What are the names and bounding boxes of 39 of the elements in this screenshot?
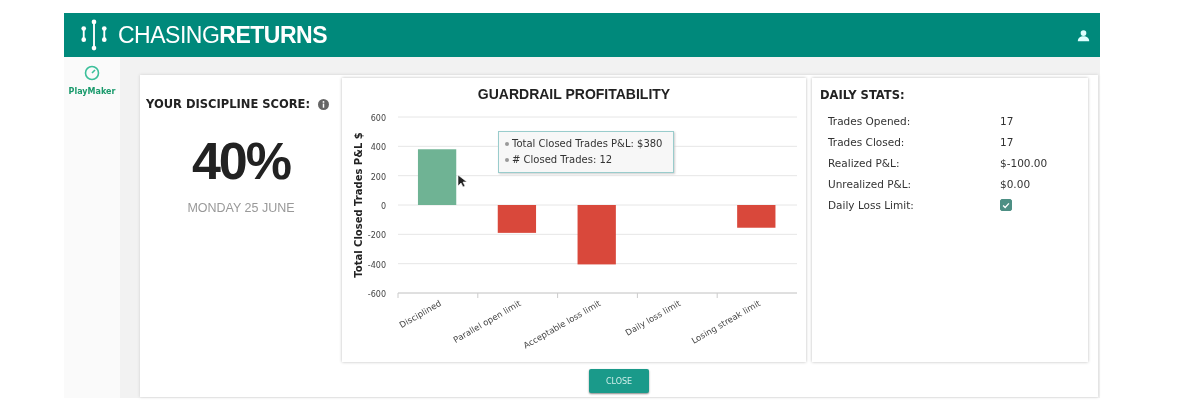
user-icon[interactable] bbox=[1077, 28, 1090, 42]
sidebar-item[interactable]: PlayMaker bbox=[64, 65, 120, 96]
pointer-icon bbox=[457, 174, 468, 188]
gauge-icon bbox=[84, 65, 100, 81]
bar[interactable] bbox=[497, 205, 537, 233]
close-button[interactable]: CLOSE bbox=[589, 369, 649, 393]
stat-value: 17 bbox=[1000, 114, 1014, 127]
checkbox[interactable] bbox=[1000, 198, 1012, 211]
logo-icon bbox=[80, 19, 108, 51]
axis-tick-label: -200 bbox=[367, 231, 386, 241]
stat-label: Trades Opened: bbox=[828, 114, 912, 127]
stat-label: Unrealized P&L: bbox=[828, 177, 913, 190]
bar[interactable] bbox=[577, 205, 616, 265]
stat-label: Daily Loss Limit: bbox=[828, 198, 915, 211]
brand-name: CHASINGRETURNS bbox=[118, 21, 327, 49]
chart-title: GUARDRAIL PROFITABILITY bbox=[476, 85, 672, 104]
bar[interactable] bbox=[417, 149, 457, 205]
bar[interactable] bbox=[737, 205, 776, 228]
bullet-icon bbox=[505, 142, 509, 146]
score-value: 40% bbox=[190, 131, 292, 191]
stat-value: $0.00 bbox=[1000, 177, 1031, 190]
axis-tick-label: -600 bbox=[367, 290, 386, 299]
axis-tick-label: 600 bbox=[370, 114, 386, 123]
stat-label: Trades Closed: bbox=[828, 135, 906, 148]
tooltip-line: # Closed Trades: 12 bbox=[512, 153, 613, 167]
score-date: MONDAY 25 JUNE bbox=[186, 201, 296, 215]
bullet-icon bbox=[505, 158, 509, 162]
axis-tick-label: -400 bbox=[367, 260, 386, 270]
info-icon[interactable] bbox=[318, 98, 330, 110]
axis-tick-label: 0 bbox=[380, 202, 386, 211]
axis-tick-label: 400 bbox=[370, 143, 386, 153]
stat-value: 17 bbox=[1000, 135, 1014, 148]
axis-tick-label: 200 bbox=[370, 172, 386, 182]
axis-title: Total Closed Trades P&L $ bbox=[353, 132, 364, 278]
stat-label: Realized P&L: bbox=[828, 156, 901, 169]
stat-value: $-100.00 bbox=[1000, 156, 1048, 169]
tooltip-line: Total Closed Trades P&L: $380 bbox=[512, 137, 663, 151]
score-title: YOUR DISCIPLINE SCORE: bbox=[146, 97, 311, 111]
stats-title: DAILY STATS: bbox=[820, 88, 906, 102]
